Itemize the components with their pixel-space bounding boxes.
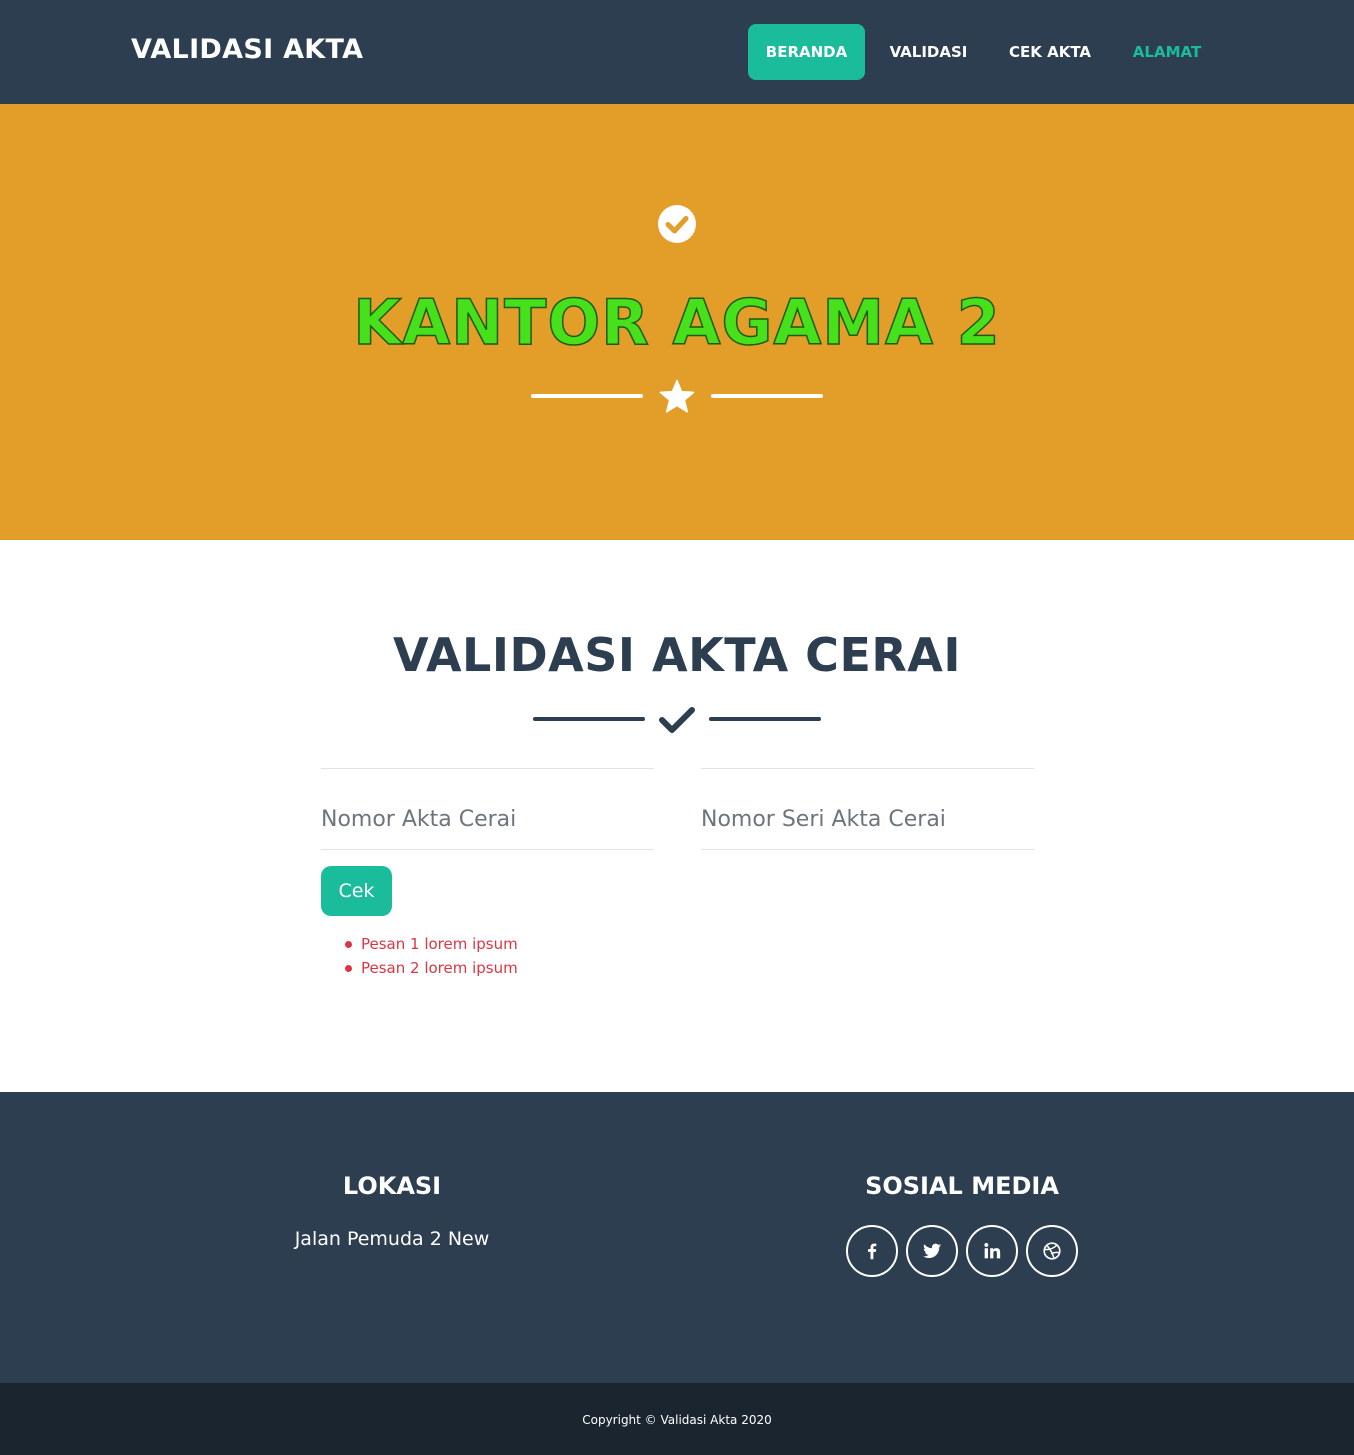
location-text: Jalan Pemuda 2 New [294, 1228, 490, 1250]
nomor-seri-field [701, 768, 1034, 850]
check-circle-icon [658, 205, 696, 243]
title-divider-right [709, 717, 821, 721]
hero-divider-left [531, 394, 643, 398]
star-icon [659, 379, 695, 413]
twitter-button[interactable] [906, 1225, 958, 1277]
nav-item-validasi[interactable]: VALIDASI [873, 24, 984, 80]
facebook-icon [868, 1243, 877, 1260]
check-icon [659, 707, 695, 733]
social-heading: SOSIAL MEDIA [865, 1172, 1059, 1200]
nomor-akta-field [321, 768, 654, 850]
title-divider-left [533, 717, 645, 721]
dribbble-button[interactable] [1026, 1225, 1078, 1277]
hero-title: KANTOR AGAMA 2 [352, 285, 1001, 360]
dribbble-icon [1043, 1242, 1061, 1260]
cek-button[interactable]: Cek [321, 866, 392, 916]
linkedin-button[interactable] [966, 1225, 1018, 1277]
page-title: VALIDASI AKTA CERAI [392, 628, 962, 682]
location-heading: LOKASI [342, 1172, 442, 1200]
linkedin-icon [984, 1243, 1001, 1259]
facebook-button[interactable] [846, 1225, 898, 1277]
nomor-seri-input[interactable] [701, 799, 1034, 839]
error-message: Pesan 1 lorem ipsum [345, 933, 518, 957]
navbar: VALIDASI AKTA BERANDA VALIDASI CEK AKTA … [0, 0, 1354, 104]
footer: LOKASI Jalan Pemuda 2 New SOSIAL MEDIA [0, 1092, 1354, 1383]
nomor-akta-input[interactable] [321, 799, 654, 839]
nav-item-alamat[interactable]: ALAMAT [1116, 24, 1218, 80]
nav-item-cek-akta[interactable]: CEK AKTA [994, 24, 1106, 80]
copyright-bar: Copyright © Validasi Akta 2020 [0, 1383, 1354, 1455]
brand-logo[interactable]: VALIDASI AKTA [131, 34, 363, 65]
error-message: Pesan 2 lorem ipsum [345, 957, 518, 981]
message-list: Pesan 1 lorem ipsum Pesan 2 lorem ipsum [345, 933, 518, 981]
hero-section: KANTOR AGAMA 2 [0, 104, 1354, 540]
twitter-icon [923, 1243, 942, 1259]
hero-divider-right [711, 394, 823, 398]
nav-item-beranda[interactable]: BERANDA [748, 24, 865, 80]
